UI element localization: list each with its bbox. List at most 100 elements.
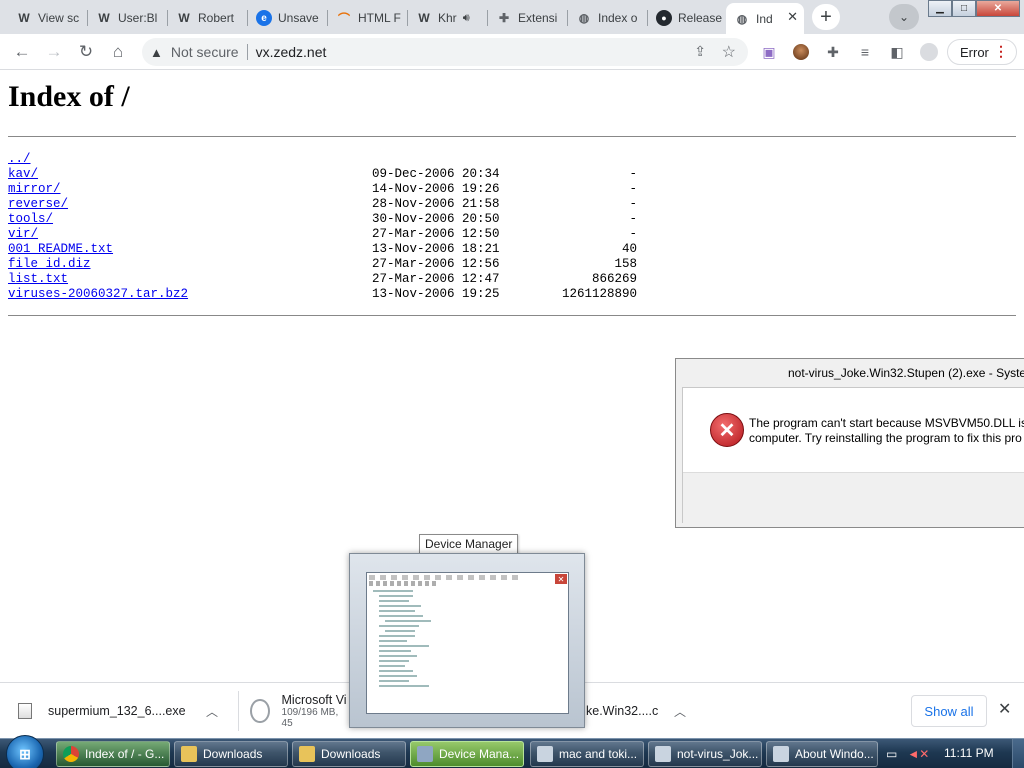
file-link[interactable]: tools/ (8, 212, 53, 227)
share-icon[interactable]: ⇪ (694, 43, 706, 60)
close-shelf-icon[interactable]: ✕ (998, 699, 1011, 719)
profile-error-button[interactable]: Error ⋮ (947, 39, 1017, 65)
file-link[interactable]: file_id.diz (8, 257, 91, 272)
taskbar-task-downloads-1[interactable]: Downloads (174, 741, 288, 767)
more-menu-icon[interactable]: ⋮ (994, 43, 1008, 60)
divider (8, 136, 1016, 137)
file-link[interactable]: kav/ (8, 167, 38, 182)
wikipedia-icon: W (18, 11, 30, 25)
task-label: not-virus_Jok... (677, 747, 759, 761)
chevron-up-icon[interactable]: ︿ (674, 703, 686, 720)
folder-icon (181, 746, 197, 762)
file-link[interactable]: 001_README.txt (8, 242, 113, 257)
close-window-button[interactable]: ✕ (976, 0, 1020, 17)
file-size: 866269 (591, 272, 637, 286)
download-item-in-progress[interactable]: Microsoft Vi 109/196 MB, 45 (250, 683, 350, 739)
dialog-button-area (683, 472, 1024, 524)
file-date: 13-Nov-2006 19:25 (372, 287, 500, 301)
globe-icon: ◍ (736, 11, 748, 26)
taskbar-task-chrome[interactable]: Index of / - G... (56, 741, 170, 767)
puzzle-icon: ✚ (498, 11, 510, 25)
file-link[interactable]: mirror/ (8, 182, 61, 197)
show-desktop-button[interactable] (1012, 739, 1024, 768)
file-date: 09-Dec-2006 20:34 (372, 167, 500, 181)
tab-unsaved[interactable]: e Unsave (248, 5, 326, 31)
download-progress-text: 109/196 MB, 45 (281, 707, 339, 729)
taskbar-task-downloads-2[interactable]: Downloads (292, 741, 406, 767)
globe-icon: ◍ (578, 11, 590, 25)
taskbar-task-device-manager[interactable]: Device Mana... (410, 741, 524, 767)
close-tab-icon[interactable]: ✕ (787, 9, 798, 25)
download-item[interactable]: supermium_132_6....exe ︿ (18, 683, 232, 739)
tab-robert[interactable]: W Robert (168, 5, 246, 31)
network-icon[interactable]: ▭ (886, 747, 897, 761)
puzzle-icon[interactable]: ✚ (824, 43, 842, 61)
file-link[interactable]: ../ (8, 152, 31, 167)
tab-active-index[interactable]: ◍ Ind ✕ (726, 3, 804, 34)
tab-extensions[interactable]: ✚ Extensi (488, 5, 566, 31)
file-size: - (629, 182, 637, 196)
taskbar-task-mac-and-toki[interactable]: mac and toki... (530, 741, 644, 767)
device-manager-icon (417, 746, 433, 762)
file-link[interactable]: vir/ (8, 227, 38, 242)
tab-user[interactable]: W User:Bl (88, 5, 166, 31)
file-link[interactable]: viruses-20060327.tar.bz2 (8, 287, 188, 302)
device-manager-thumbnail[interactable]: ✕ (349, 553, 585, 728)
error-label: Error (960, 44, 989, 60)
tab-html[interactable]: ⌒ HTML F (328, 5, 406, 31)
start-button[interactable]: ⊞ (6, 735, 44, 768)
file-link[interactable]: reverse/ (8, 197, 68, 212)
close-icon[interactable]: ✕ (555, 574, 567, 584)
address-bar[interactable]: ▲ Not secure vx.zedz.net ⇪ ☆ (142, 38, 748, 66)
download-name: ke.Win32....c (586, 704, 659, 718)
file-size: - (629, 227, 637, 241)
tab-label: Extensi (518, 11, 558, 25)
extension-icon[interactable]: ▣ (760, 43, 778, 61)
show-all-button[interactable]: Show all (911, 695, 987, 727)
tab-label: View sc (38, 11, 80, 25)
warning-icon: ▲ (150, 44, 163, 60)
taskbar-task-about-windows[interactable]: About Windo... (766, 741, 878, 767)
tab-index-of[interactable]: ◍ Index o (568, 5, 646, 31)
maximize-button[interactable]: □ (952, 0, 976, 17)
back-button[interactable]: ← (11, 41, 33, 63)
reload-button[interactable]: ↻ (75, 41, 97, 63)
error-message-line-1: The program can't start because MSVBVM50… (749, 416, 1024, 430)
security-label: Not secure (170, 44, 239, 60)
tab-search-button[interactable]: ⌄ (889, 4, 919, 30)
chevron-up-icon[interactable]: ︿ (206, 703, 218, 720)
windows-taskbar: ⊞ Index of / - G... Downloads Downloads … (0, 735, 1024, 768)
download-item[interactable]: ke.Win32....c ︿ (586, 683, 696, 739)
url-text: vx.zedz.net (255, 44, 327, 60)
home-button[interactable]: ⌂ (107, 41, 129, 63)
avatar-extension-icon[interactable] (792, 43, 810, 61)
tab-view-source[interactable]: W View sc (8, 5, 86, 31)
tab-khr[interactable]: W Khr 🔊︎ (408, 5, 486, 31)
folder-icon (299, 746, 315, 762)
system-error-dialog: not-virus_Joke.Win32.Stupen (2).exe - Sy… (675, 358, 1024, 528)
task-label: Downloads (203, 747, 263, 761)
new-tab-button[interactable]: + (812, 4, 840, 30)
bookmark-star-icon[interactable]: ☆ (722, 42, 736, 62)
minimize-button[interactable]: ▁ (928, 0, 952, 17)
preview-tooltip: Device Manager (419, 534, 519, 554)
volume-muted-icon[interactable]: ◄✕ (907, 747, 929, 761)
tab-releases[interactable]: ● Release (648, 5, 726, 31)
file-link[interactable]: list.txt (8, 272, 68, 287)
page-title: Index of / (8, 80, 130, 113)
side-panel-icon[interactable]: ◧ (888, 43, 906, 61)
forward-button[interactable]: → (43, 41, 65, 63)
taskbar-task-not-virus[interactable]: not-virus_Jok... (648, 741, 762, 767)
screen: W View sc W User:Bl W Robert e Unsave ⌒ … (0, 0, 1024, 768)
file-size: 1261128890 (561, 287, 637, 301)
reading-list-icon[interactable]: ≡ (856, 43, 874, 61)
rainbow-icon: ⌒ (337, 11, 350, 26)
file-date: 27-Mar-2006 12:56 (372, 257, 500, 271)
profile-icon[interactable] (920, 43, 938, 61)
file-date: 27-Mar-2006 12:50 (372, 227, 500, 241)
clock[interactable]: 11:11 PM (944, 746, 994, 760)
tab-strip: W View sc W User:Bl W Robert e Unsave ⌒ … (0, 0, 1024, 34)
task-label: mac and toki... (559, 747, 638, 761)
file-date: 30-Nov-2006 20:50 (372, 212, 500, 226)
tab-label: Release (678, 11, 723, 25)
